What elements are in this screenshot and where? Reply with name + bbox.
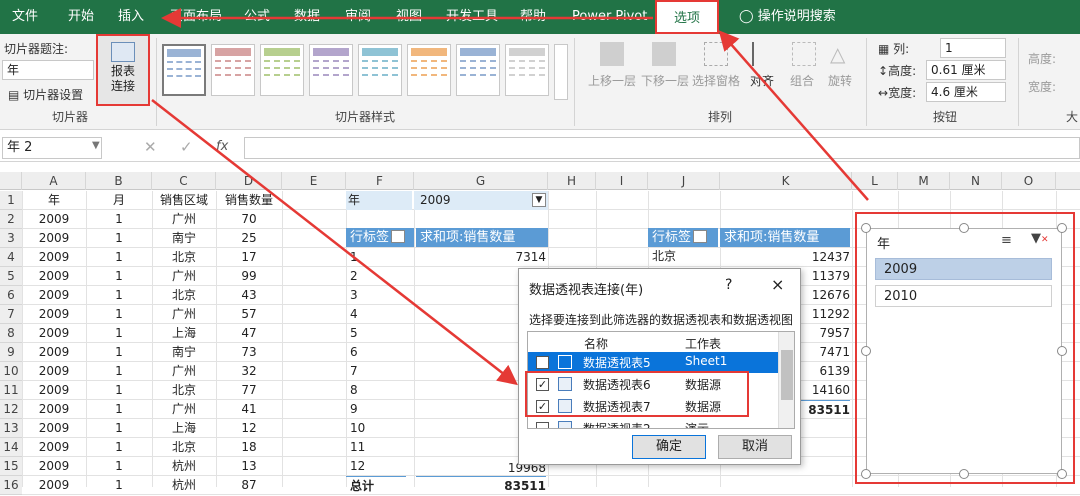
resize-handle[interactable] [861, 223, 871, 233]
connection-row[interactable]: 数据透视表5 Sheet1 [528, 352, 778, 373]
resize-handle[interactable] [1057, 346, 1067, 356]
connection-name: 数据透视表5 [583, 356, 651, 370]
resize-handle[interactable] [1057, 223, 1067, 233]
clear-filter-icon[interactable]: ▼✕ [1031, 231, 1049, 246]
connection-checkbox[interactable] [536, 422, 549, 428]
connection-sheet: Sheet1 [685, 354, 728, 368]
resize-handle[interactable] [1057, 469, 1067, 479]
help-icon[interactable]: ? [725, 277, 732, 293]
slicer-item-2010[interactable]: 2010 [875, 285, 1052, 307]
connection-checkbox[interactable] [536, 356, 549, 369]
resize-handle[interactable] [861, 346, 871, 356]
column-name-header: 名称 [584, 337, 609, 351]
pivot-table-icon [558, 355, 572, 369]
slicer-year[interactable]: 年 ≡ ▼✕ 2009 2010 [866, 228, 1062, 474]
arrow-connect-to-dialog [151, 99, 518, 386]
dialog-title: 数据透视表连接(年) [529, 283, 644, 298]
scroll-thumb[interactable] [781, 350, 793, 400]
checked-items-highlight [525, 371, 749, 417]
cancel-button[interactable]: 取消 [718, 435, 792, 459]
resize-handle[interactable] [861, 469, 871, 479]
connection-name: 数据透视表2 [583, 422, 651, 429]
resize-handle[interactable] [959, 223, 969, 233]
close-icon[interactable]: × [771, 275, 784, 294]
pivot-table-icon [558, 421, 572, 428]
dialog-prompt: 选择要连接到此筛选器的数据透视表和数据透视图 [529, 313, 794, 327]
arrow-slicer-to-options [718, 30, 869, 201]
slicer-item-2009[interactable]: 2009 [875, 258, 1052, 280]
multi-select-icon[interactable]: ≡ [1001, 233, 1012, 248]
pivot-connections-dialog: 数据透视表连接(年) ? × 选择要连接到此筛选器的数据透视表和数据透视图 名称… [518, 268, 801, 465]
connection-sheet: 演示 [685, 422, 710, 429]
column-sheet-header: 工作表 [685, 337, 722, 351]
connection-row[interactable]: 数据透视表2 演示 [528, 418, 778, 429]
resize-handle[interactable] [959, 469, 969, 479]
ok-button[interactable]: 确定 [632, 435, 706, 459]
slicer-title: 年 [877, 237, 891, 252]
list-scrollbar[interactable] [778, 332, 794, 428]
